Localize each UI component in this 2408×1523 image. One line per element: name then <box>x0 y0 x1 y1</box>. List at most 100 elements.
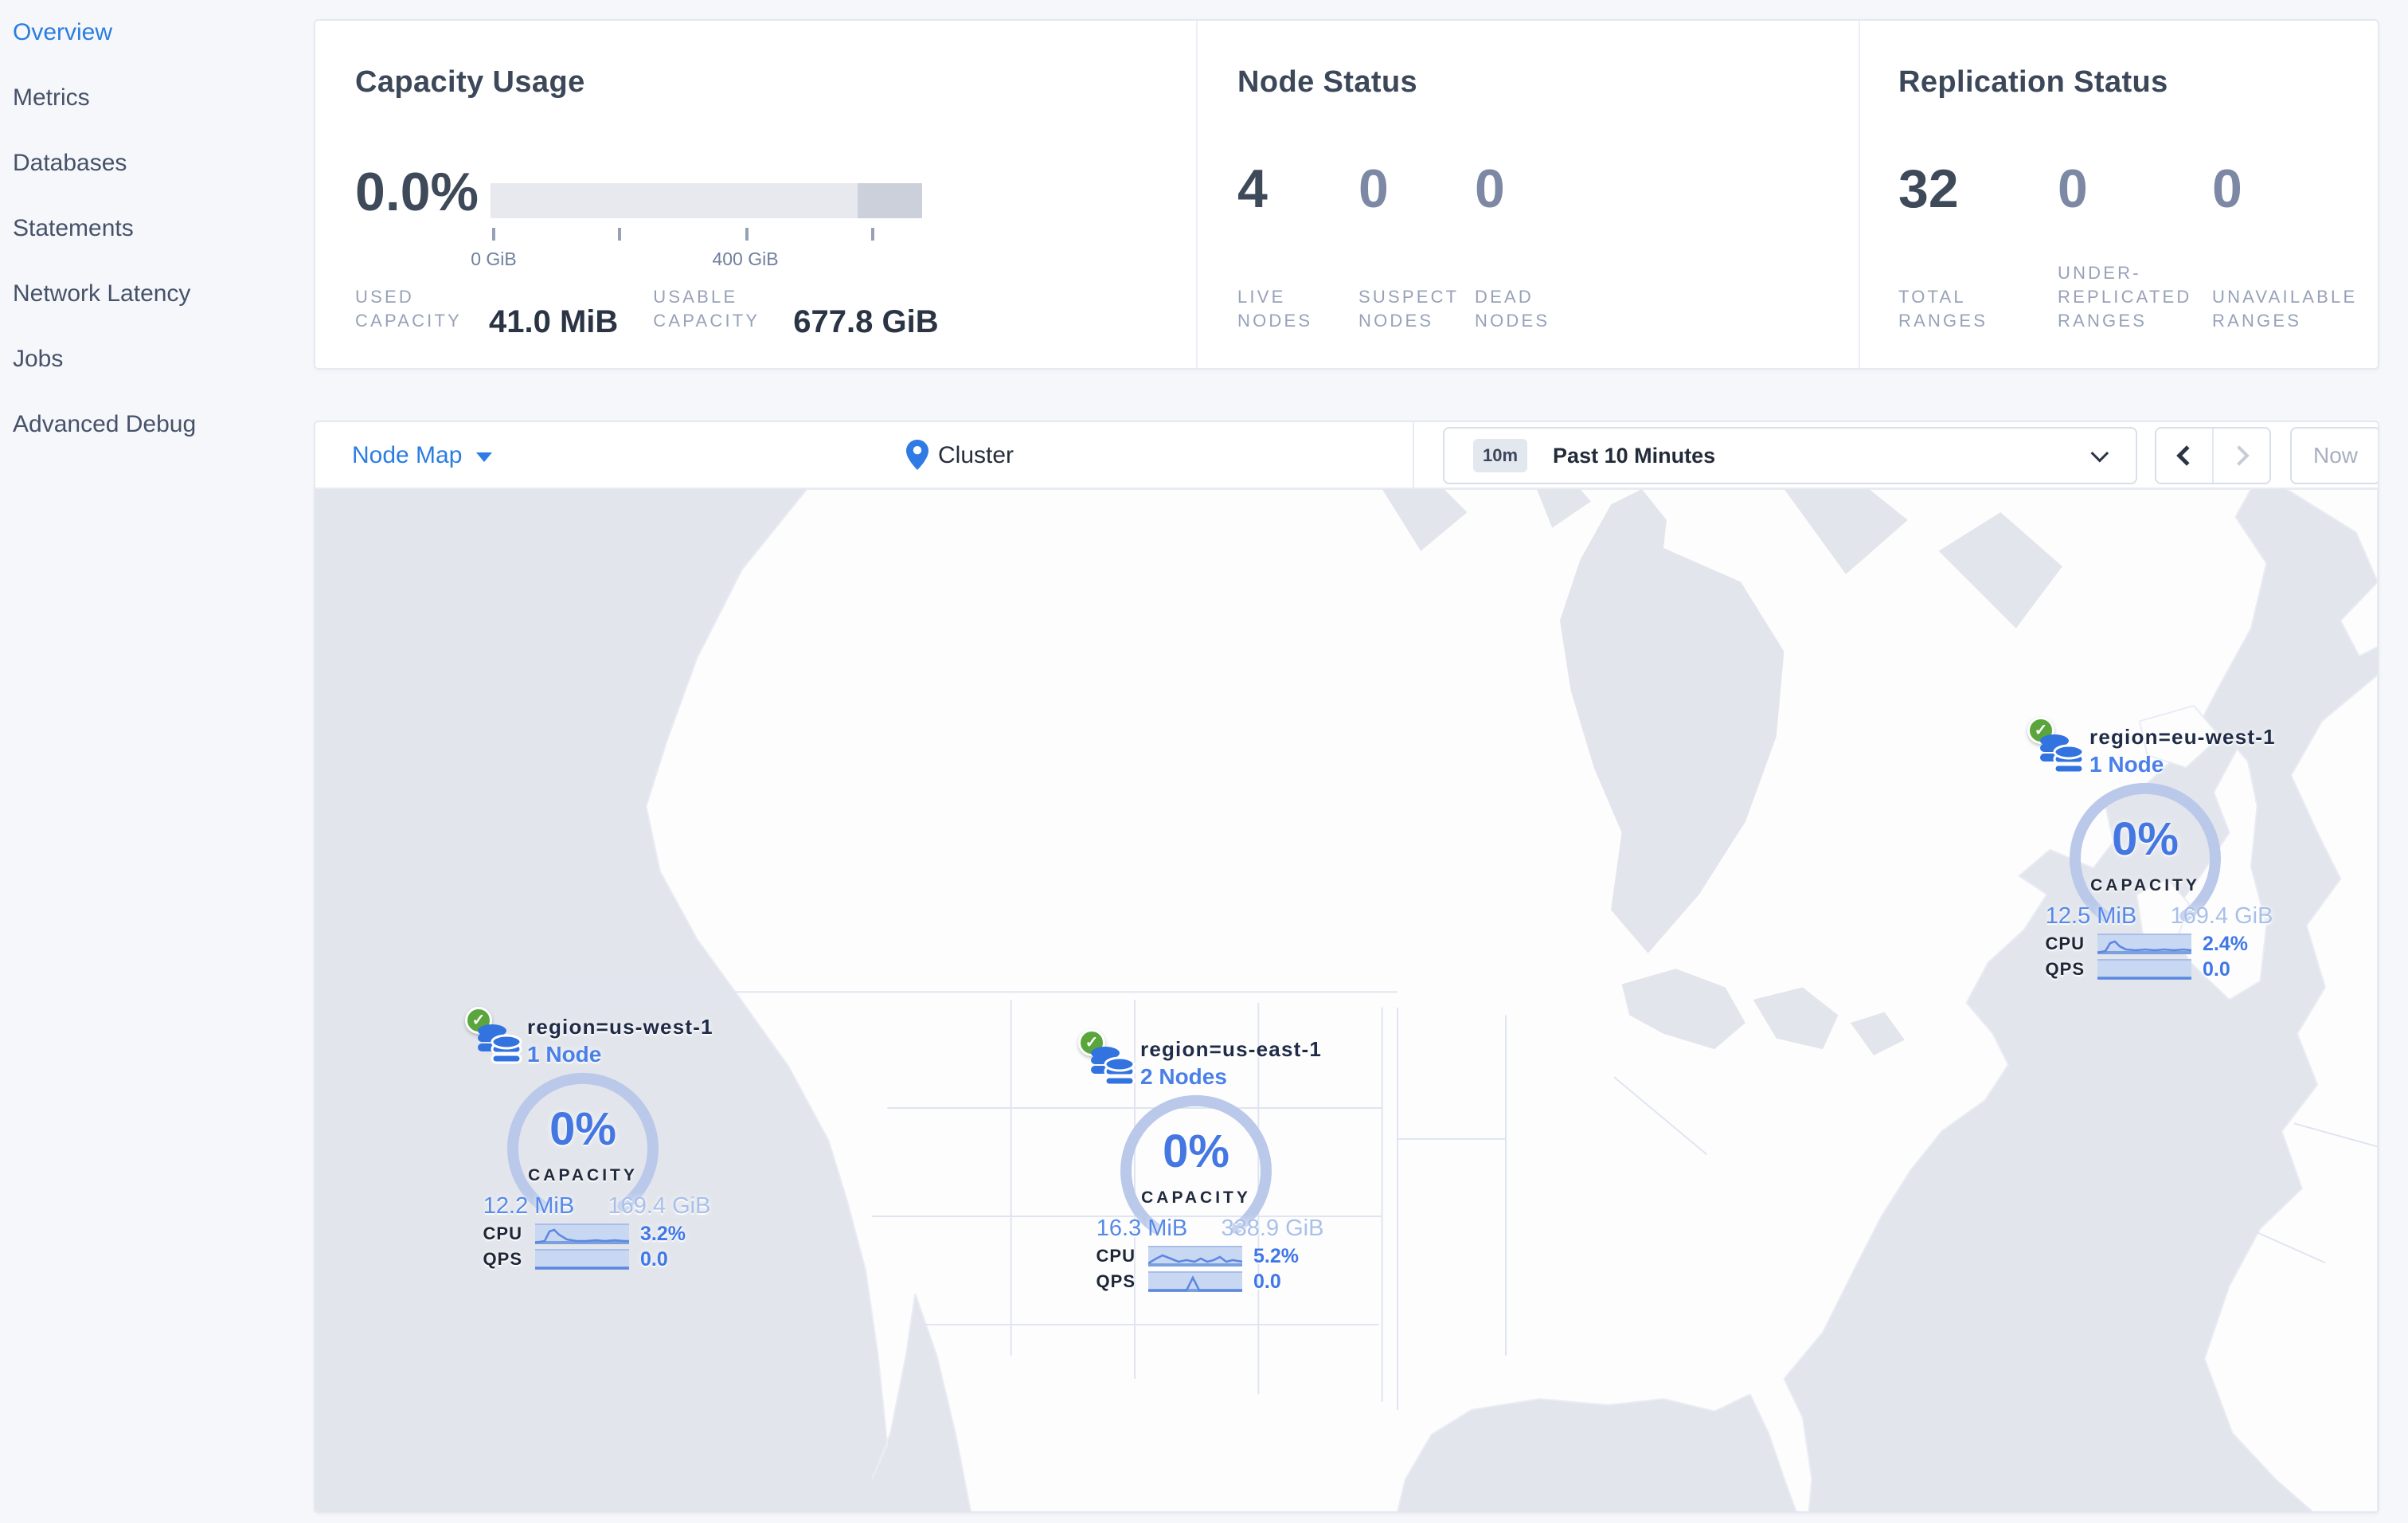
region-marker-us-west-1[interactable]: ✓ region=us-west-1 1 Node 0% CAPACITY 12… <box>465 1007 728 1278</box>
capacity-usage-section: Capacity Usage 0.0% 0 GiB 400 GiB USED C… <box>315 21 1196 368</box>
capacity-axis-tick <box>618 228 621 241</box>
used-capacity-label: USED CAPACITY <box>355 287 462 331</box>
time-range-selector[interactable]: 10m Past 10 Minutes <box>1443 427 2137 484</box>
map-toolbar: Node Map Cluster 10m Past 10 Minutes Now <box>315 422 2378 489</box>
region-used-capacity: 16.3 MiB <box>1096 1216 1188 1241</box>
capacity-bar-reserved-segment <box>857 183 922 218</box>
sidebar-item-network-latency[interactable]: Network Latency <box>0 261 314 327</box>
cpu-sparkline <box>535 1223 629 1244</box>
sidebar: Overview Metrics Databases Statements Ne… <box>0 0 314 1523</box>
dead-nodes-value: 0 <box>1475 159 1505 219</box>
qps-value: 0.0 <box>1253 1270 1281 1293</box>
sidebar-item-databases[interactable]: Databases <box>0 131 314 196</box>
cluster-breadcrumb[interactable]: Cluster <box>938 422 1014 489</box>
region-used-capacity: 12.5 MiB <box>2045 903 2137 929</box>
time-prev-button[interactable] <box>2156 429 2212 483</box>
region-used-capacity: 12.2 MiB <box>483 1193 575 1219</box>
node-map-panel: Node Map Cluster 10m Past 10 Minutes Now <box>314 421 2379 1513</box>
region-capacity-percent: 0% <box>2112 813 2179 865</box>
capacity-axis-tick <box>745 228 749 241</box>
capacity-axis-tick <box>871 228 874 241</box>
time-nav-controls <box>2155 427 2271 484</box>
node-status-title: Node Status <box>1237 65 1418 99</box>
under-replicated-ranges-value: 0 <box>2058 159 2088 219</box>
cpu-value: 5.2% <box>1253 1245 1299 1267</box>
view-mode-dropdown[interactable]: Node Map <box>352 422 462 489</box>
usable-capacity-value: 677.8 GiB <box>793 304 939 339</box>
region-marker-us-east-1[interactable]: ✓ region=us-east-1 2 Nodes 0% CAPACITY 1… <box>1078 1029 1341 1300</box>
qps-sparkline <box>535 1249 629 1270</box>
unavailable-ranges-value: 0 <box>2212 159 2242 219</box>
live-nodes-value: 4 <box>1237 159 1268 219</box>
cluster-summary-panel: Capacity Usage 0.0% 0 GiB 400 GiB USED C… <box>314 19 2379 370</box>
cpu-value: 2.4% <box>2203 933 2248 955</box>
region-node-count: 1 Node <box>527 1042 602 1067</box>
qps-value: 0.0 <box>640 1248 668 1270</box>
sidebar-item-jobs[interactable]: Jobs <box>0 327 314 392</box>
cpu-sparkline <box>2097 934 2191 954</box>
region-usable-capacity: 338.9 GiB <box>1221 1216 1324 1241</box>
world-map-graphic <box>547 489 2378 1512</box>
total-ranges-label: TOTAL RANGES <box>1898 287 1988 331</box>
chevron-left-icon <box>2176 445 2197 466</box>
sidebar-item-advanced-debug[interactable]: Advanced Debug <box>0 392 314 457</box>
region-capacity-percent: 0% <box>549 1103 616 1155</box>
cpu-sparkline <box>1148 1246 1242 1267</box>
region-capacity-percent: 0% <box>1163 1126 1229 1177</box>
used-capacity-stat: USED CAPACITY 41.0 MiB <box>355 285 619 339</box>
region-capacity-label: CAPACITY <box>1141 1188 1251 1207</box>
usable-capacity-stat: USABLE CAPACITY 677.8 GiB <box>653 285 939 339</box>
capacity-axis-tick <box>492 228 495 241</box>
qps-label: QPS <box>483 1249 522 1269</box>
now-button[interactable]: Now <box>2290 427 2378 484</box>
chevron-down-icon <box>2090 444 2109 463</box>
toolbar-divider <box>1413 422 1414 489</box>
sidebar-item-overview[interactable]: Overview <box>0 0 314 65</box>
nodes-stack-icon <box>1088 1042 1139 1096</box>
capacity-usage-title: Capacity Usage <box>355 65 585 99</box>
under-replicated-ranges-label: UNDER-REPLICATED RANGES <box>2058 263 2192 331</box>
capacity-percent: 0.0% <box>355 162 479 222</box>
capacity-bar: 0 GiB 400 GiB <box>471 183 922 269</box>
region-usable-capacity: 169.4 GiB <box>2170 903 2273 929</box>
caret-down-icon <box>476 452 492 462</box>
qps-label: QPS <box>1096 1271 1136 1291</box>
replication-status-title: Replication Status <box>1898 65 2168 99</box>
nodes-stack-icon <box>2037 730 2088 784</box>
cpu-value: 3.2% <box>640 1223 686 1245</box>
nodes-stack-icon <box>475 1020 526 1074</box>
unavailable-ranges-label: UNAVAILABLE RANGES <box>2212 287 2358 331</box>
time-next-button[interactable] <box>2212 429 2269 483</box>
region-title: region=us-west-1 <box>527 1015 713 1039</box>
capacity-axis-label-400: 400 GiB <box>712 249 779 269</box>
node-status-section: Node Status 4 0 0 LIVE NODES SUSPECT NOD… <box>1196 21 1859 368</box>
chevron-right-icon <box>2229 445 2250 466</box>
region-capacity-label: CAPACITY <box>2090 876 2200 895</box>
used-capacity-value: 41.0 MiB <box>489 304 619 339</box>
replication-status-section: Replication Status 32 0 0 TOTAL RANGES U… <box>1859 21 2381 368</box>
cpu-label: CPU <box>483 1223 522 1243</box>
region-title: region=eu-west-1 <box>2089 725 2276 749</box>
dead-nodes-label: DEAD NODES <box>1475 287 1550 331</box>
qps-value: 0.0 <box>2203 958 2230 981</box>
region-node-count: 2 Nodes <box>1140 1064 1227 1089</box>
sidebar-item-metrics[interactable]: Metrics <box>0 65 314 131</box>
region-capacity-label: CAPACITY <box>528 1166 638 1184</box>
cpu-label: CPU <box>2045 934 2085 953</box>
cpu-label: CPU <box>1096 1246 1136 1266</box>
node-map[interactable]: ✓ region=us-west-1 1 Node 0% CAPACITY 12… <box>315 489 2378 1512</box>
region-marker-eu-west-1[interactable]: ✓ region=eu-west-1 1 Node 0% CAPACITY 12… <box>2027 717 2290 988</box>
total-ranges-value: 32 <box>1898 159 1959 219</box>
region-title: region=us-east-1 <box>1140 1037 1322 1061</box>
time-range-badge: 10m <box>1473 439 1528 472</box>
suspect-nodes-value: 0 <box>1358 159 1389 219</box>
sidebar-item-statements[interactable]: Statements <box>0 196 314 261</box>
region-node-count: 1 Node <box>2089 752 2164 777</box>
usable-capacity-label: USABLE CAPACITY <box>653 287 760 331</box>
suspect-nodes-label: SUSPECT NODES <box>1358 287 1459 331</box>
qps-sparkline <box>2097 959 2191 980</box>
region-usable-capacity: 169.4 GiB <box>608 1193 711 1219</box>
qps-label: QPS <box>2045 959 2085 979</box>
db-console-overview-page: Overview Metrics Databases Statements Ne… <box>0 0 2408 1523</box>
map-pin-icon <box>906 440 928 476</box>
